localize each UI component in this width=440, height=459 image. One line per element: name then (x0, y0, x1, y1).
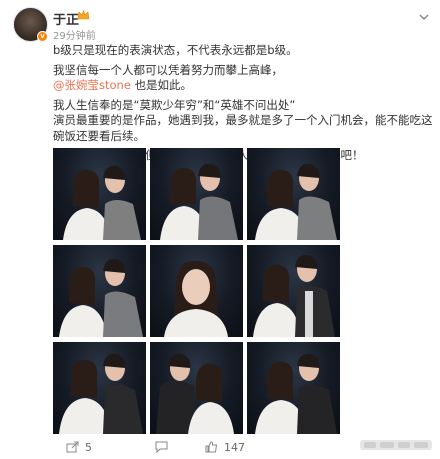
post-line-3-text: 也是如此。 (134, 78, 193, 92)
photo-grid (53, 148, 341, 434)
post-line-1: b级只是现在的表演状态，不代表永远都是b级。 (53, 43, 298, 57)
comment-action[interactable] (155, 440, 174, 454)
like-icon (205, 441, 218, 453)
more-icon[interactable] (417, 10, 431, 24)
username[interactable]: 于正 (53, 9, 79, 28)
photo-5[interactable] (150, 245, 243, 337)
like-count: 147 (224, 440, 245, 454)
mention-link[interactable]: @张婉莹stone (53, 78, 131, 92)
verified-badge: v (37, 31, 48, 42)
post-line-5: 演员最重要的是作品，她遇到我，最多就是多了一个入门机会，能不能吃这碗饭还要看后续… (53, 113, 433, 143)
post-line-3: @张婉莹stone 也是如此。 (53, 78, 433, 94)
photo-7[interactable] (53, 342, 146, 434)
photo-4[interactable] (53, 245, 146, 337)
photo-2[interactable] (150, 148, 243, 240)
post-line-4: 我人生信奉的是“莫欺少年穷”和“英雄不问出处” (53, 97, 296, 112)
share-count: 5 (85, 440, 92, 454)
crown-icon (77, 9, 90, 20)
post-header: v 于正 29分钟前 (0, 0, 440, 44)
share-action[interactable]: 5 (66, 440, 92, 454)
post-time: 29分钟前 (53, 31, 96, 42)
post-line-2-text: 我坚信每一个人都可以凭着努力而攀上高峰， (53, 62, 283, 77)
comment-icon (155, 441, 168, 453)
watermark-image (360, 440, 432, 450)
post-line-2: 我坚信每一个人都可以凭着努力而攀上高峰， (53, 63, 433, 79)
photo-8[interactable] (150, 342, 243, 434)
photo-1[interactable] (53, 148, 146, 240)
photo-3[interactable] (247, 148, 340, 240)
photo-9[interactable] (247, 342, 340, 434)
share-icon (66, 441, 79, 453)
like-action[interactable]: 147 (205, 440, 245, 454)
photo-6[interactable] (247, 245, 340, 337)
